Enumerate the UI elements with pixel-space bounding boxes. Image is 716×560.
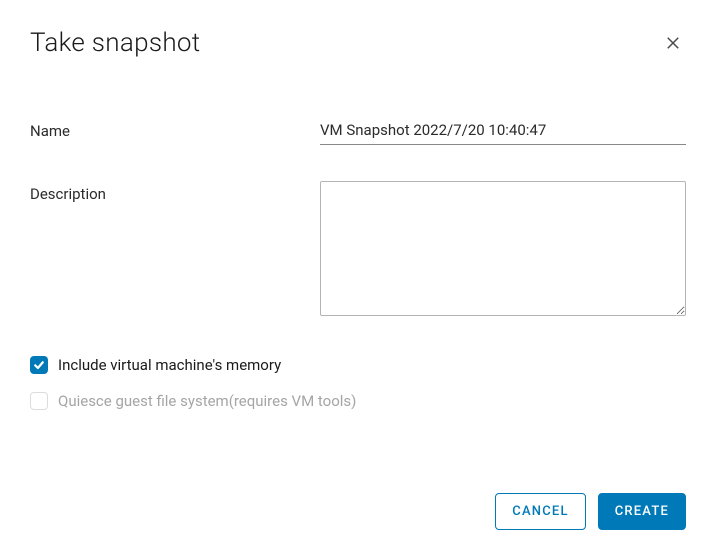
take-snapshot-dialog: Take snapshot Name Description: [0, 0, 716, 560]
include-memory-checkbox[interactable]: Include virtual machine's memory: [30, 356, 686, 374]
description-row: Description: [30, 181, 686, 320]
cancel-button[interactable]: CANCEL: [495, 493, 585, 530]
close-icon: [664, 40, 682, 55]
quiesce-checkbox: Quiesce guest file system(requires VM to…: [30, 392, 686, 410]
include-memory-label: Include virtual machine's memory: [58, 356, 281, 374]
name-label: Name: [30, 118, 320, 140]
name-row: Name: [30, 118, 686, 145]
close-button[interactable]: [660, 30, 686, 56]
dialog-title: Take snapshot: [30, 28, 200, 58]
checkbox-checked-icon: [30, 356, 48, 374]
description-input[interactable]: [320, 181, 686, 316]
dialog-header: Take snapshot: [30, 28, 686, 58]
options-section: Include virtual machine's memory Quiesce…: [30, 356, 686, 410]
dialog-footer: CANCEL CREATE: [495, 493, 686, 530]
name-input[interactable]: [320, 118, 686, 145]
description-label: Description: [30, 181, 320, 203]
create-button[interactable]: CREATE: [598, 493, 686, 530]
checkbox-unchecked-icon: [30, 392, 48, 410]
quiesce-label: Quiesce guest file system(requires VM to…: [58, 392, 356, 410]
